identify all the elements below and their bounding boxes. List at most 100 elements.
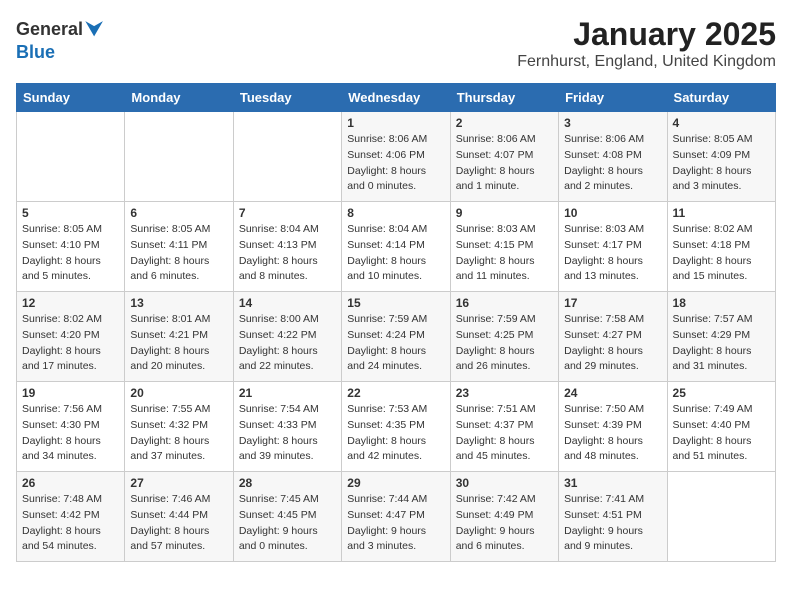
day-info: Sunrise: 8:03 AMSunset: 4:17 PMDaylight:… — [564, 222, 661, 285]
day-info: Sunrise: 7:49 AMSunset: 4:40 PMDaylight:… — [673, 402, 770, 465]
day-cell: 14 Sunrise: 8:00 AMSunset: 4:22 PMDayligh… — [233, 292, 341, 382]
day-info: Sunrise: 8:05 AMSunset: 4:10 PMDaylight:… — [22, 222, 119, 285]
day-cell: 3Sunrise: 8:06 AMSunset: 4:08 PMDaylight… — [559, 112, 667, 202]
day-cell: 6 Sunrise: 8:05 AMSunset: 4:11 PMDaylight… — [125, 202, 233, 292]
day-cell — [233, 112, 341, 202]
day-cell — [667, 472, 775, 562]
day-number: 13 — [130, 296, 227, 310]
day-number: 4 — [673, 116, 770, 130]
location-title: Fernhurst, England, United Kingdom — [517, 53, 776, 71]
month-title: January 2025 — [517, 16, 776, 53]
day-cell: 28 Sunrise: 7:45 AMSunset: 4:45 PMDayligh… — [233, 472, 341, 562]
column-header-thursday: Thursday — [450, 84, 558, 112]
day-cell: 7Sunrise: 8:04 AMSunset: 4:13 PMDaylight… — [233, 202, 341, 292]
day-info: Sunrise: 7:58 AMSunset: 4:27 PMDaylight:… — [564, 312, 661, 375]
day-info: Sunrise: 8:05 AMSunset: 4:11 PMDaylight:… — [130, 222, 227, 285]
day-number: 31 — [564, 476, 661, 490]
logo: General ⮟ Blue — [16, 16, 104, 63]
day-info: Sunrise: 7:50 AMSunset: 4:39 PMDaylight:… — [564, 402, 661, 465]
logo-general: General — [16, 19, 83, 40]
day-cell: 23 Sunrise: 7:51 AMSunset: 4:37 PMDayligh… — [450, 382, 558, 472]
day-cell: 10 Sunrise: 8:03 AMSunset: 4:17 PMDayligh… — [559, 202, 667, 292]
day-info: Sunrise: 7:54 AMSunset: 4:33 PMDaylight:… — [239, 402, 336, 465]
day-cell: 27Sunrise: 7:46 AMSunset: 4:44 PMDayligh… — [125, 472, 233, 562]
day-info: Sunrise: 7:44 AMSunset: 4:47 PMDaylight:… — [347, 492, 444, 555]
day-number: 16 — [456, 296, 553, 310]
week-row-5: 26 Sunrise: 7:48 AMSunset: 4:42 PMDayligh… — [17, 472, 776, 562]
day-info: Sunrise: 8:03 AMSunset: 4:15 PMDaylight:… — [456, 222, 553, 285]
day-info: Sunrise: 8:05 AMSunset: 4:09 PMDaylight:… — [673, 132, 770, 195]
day-cell — [17, 112, 125, 202]
day-info: Sunrise: 7:56 AMSunset: 4:30 PMDaylight:… — [22, 402, 119, 465]
day-cell: 18 Sunrise: 7:57 AMSunset: 4:29 PMDayligh… — [667, 292, 775, 382]
day-cell: 19 Sunrise: 7:56 AMSunset: 4:30 PMDayligh… — [17, 382, 125, 472]
column-header-saturday: Saturday — [667, 84, 775, 112]
day-info: Sunrise: 7:57 AMSunset: 4:29 PMDaylight:… — [673, 312, 770, 375]
column-header-friday: Friday — [559, 84, 667, 112]
day-cell: 29 Sunrise: 7:44 AMSunset: 4:47 PMDayligh… — [342, 472, 450, 562]
day-cell: 17 Sunrise: 7:58 AMSunset: 4:27 PMDayligh… — [559, 292, 667, 382]
day-info: Sunrise: 8:06 AMSunset: 4:06 PMDaylight:… — [347, 132, 444, 195]
day-info: Sunrise: 8:02 AMSunset: 4:18 PMDaylight:… — [673, 222, 770, 285]
column-header-sunday: Sunday — [17, 84, 125, 112]
header-row: SundayMondayTuesdayWednesdayThursdayFrid… — [17, 84, 776, 112]
day-number: 17 — [564, 296, 661, 310]
day-number: 25 — [673, 386, 770, 400]
day-number: 28 — [239, 476, 336, 490]
day-number: 6 — [130, 206, 227, 220]
day-cell: 8Sunrise: 8:04 AMSunset: 4:14 PMDaylight… — [342, 202, 450, 292]
day-info: Sunrise: 7:45 AMSunset: 4:45 PMDaylight:… — [239, 492, 336, 555]
day-cell: 2 Sunrise: 8:06 AMSunset: 4:07 PMDaylight… — [450, 112, 558, 202]
day-number: 11 — [673, 206, 770, 220]
week-row-3: 12 Sunrise: 8:02 AMSunset: 4:20 PMDayligh… — [17, 292, 776, 382]
day-number: 23 — [456, 386, 553, 400]
day-info: Sunrise: 7:48 AMSunset: 4:42 PMDaylight:… — [22, 492, 119, 555]
day-number: 8 — [347, 206, 444, 220]
day-cell: 9 Sunrise: 8:03 AMSunset: 4:15 PMDaylight… — [450, 202, 558, 292]
day-number: 2 — [456, 116, 553, 130]
day-number: 5 — [22, 206, 119, 220]
day-cell: 26 Sunrise: 7:48 AMSunset: 4:42 PMDayligh… — [17, 472, 125, 562]
day-info: Sunrise: 8:00 AMSunset: 4:22 PMDaylight:… — [239, 312, 336, 375]
day-info: Sunrise: 8:01 AMSunset: 4:21 PMDaylight:… — [130, 312, 227, 375]
day-cell: 25 Sunrise: 7:49 AMSunset: 4:40 PMDayligh… — [667, 382, 775, 472]
day-number: 24 — [564, 386, 661, 400]
day-info: Sunrise: 8:04 AMSunset: 4:13 PMDaylight:… — [239, 222, 336, 285]
week-row-1: 1Sunrise: 8:06 AMSunset: 4:06 PMDaylight… — [17, 112, 776, 202]
day-number: 21 — [239, 386, 336, 400]
calendar-table: SundayMondayTuesdayWednesdayThursdayFrid… — [16, 83, 776, 562]
week-row-4: 19 Sunrise: 7:56 AMSunset: 4:30 PMDayligh… — [17, 382, 776, 472]
day-cell: 12 Sunrise: 8:02 AMSunset: 4:20 PMDayligh… — [17, 292, 125, 382]
day-number: 9 — [456, 206, 553, 220]
day-cell — [125, 112, 233, 202]
day-cell: 20Sunrise: 7:55 AMSunset: 4:32 PMDayligh… — [125, 382, 233, 472]
day-number: 18 — [673, 296, 770, 310]
column-header-monday: Monday — [125, 84, 233, 112]
day-cell: 21 Sunrise: 7:54 AMSunset: 4:33 PMDayligh… — [233, 382, 341, 472]
day-number: 29 — [347, 476, 444, 490]
day-number: 20 — [130, 386, 227, 400]
day-cell: 30Sunrise: 7:42 AMSunset: 4:49 PMDayligh… — [450, 472, 558, 562]
day-number: 10 — [564, 206, 661, 220]
day-info: Sunrise: 7:59 AMSunset: 4:25 PMDaylight:… — [456, 312, 553, 375]
day-info: Sunrise: 8:02 AMSunset: 4:20 PMDaylight:… — [22, 312, 119, 375]
day-cell: 13 Sunrise: 8:01 AMSunset: 4:21 PMDayligh… — [125, 292, 233, 382]
day-number: 19 — [22, 386, 119, 400]
day-number: 14 — [239, 296, 336, 310]
day-cell: 5 Sunrise: 8:05 AMSunset: 4:10 PMDaylight… — [17, 202, 125, 292]
day-cell: 31 Sunrise: 7:41 AMSunset: 4:51 PMDayligh… — [559, 472, 667, 562]
day-cell: 11 Sunrise: 8:02 AMSunset: 4:18 PMDayligh… — [667, 202, 775, 292]
day-number: 26 — [22, 476, 119, 490]
day-info: Sunrise: 7:41 AMSunset: 4:51 PMDaylight:… — [564, 492, 661, 555]
title-area: January 2025 Fernhurst, England, United … — [517, 16, 776, 71]
day-cell: 4 Sunrise: 8:05 AMSunset: 4:09 PMDaylight… — [667, 112, 775, 202]
day-info: Sunrise: 8:06 AMSunset: 4:08 PMDaylight:… — [564, 132, 661, 195]
day-number: 12 — [22, 296, 119, 310]
day-info: Sunrise: 8:06 AMSunset: 4:07 PMDaylight:… — [456, 132, 553, 195]
day-number: 15 — [347, 296, 444, 310]
day-info: Sunrise: 7:51 AMSunset: 4:37 PMDaylight:… — [456, 402, 553, 465]
day-info: Sunrise: 7:53 AMSunset: 4:35 PMDaylight:… — [347, 402, 444, 465]
day-number: 27 — [130, 476, 227, 490]
day-cell: 15Sunrise: 7:59 AMSunset: 4:24 PMDayligh… — [342, 292, 450, 382]
week-row-2: 5 Sunrise: 8:05 AMSunset: 4:10 PMDaylight… — [17, 202, 776, 292]
